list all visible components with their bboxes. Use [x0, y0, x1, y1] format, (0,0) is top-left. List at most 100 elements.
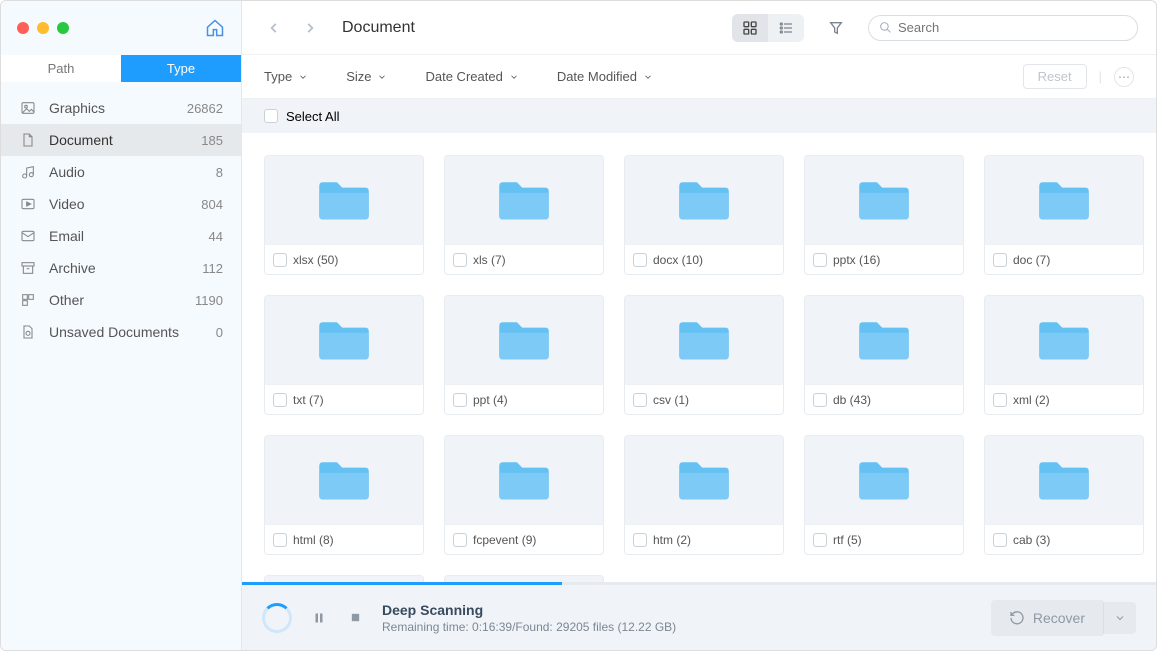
- folder-card[interactable]: doc (7): [984, 155, 1144, 275]
- folder-footer: db (43): [805, 384, 963, 414]
- folder-card[interactable]: cab (3): [984, 435, 1144, 555]
- grid-viewport[interactable]: xlsx (50) xls (7) docx (10) pptx (16) doc (7…: [242, 133, 1156, 582]
- filter-created-label: Date Created: [425, 69, 502, 84]
- restore-icon: [1009, 610, 1025, 626]
- recover-button[interactable]: Recover: [991, 600, 1103, 636]
- page-title: Document: [342, 19, 415, 37]
- folder-icon: [675, 317, 733, 363]
- status-detail: Remaining time: 0:16:39/Found: 29205 fil…: [382, 620, 676, 634]
- sidebar-item-label: Other: [49, 292, 84, 308]
- folder-checkbox[interactable]: [993, 533, 1007, 547]
- folder-icon: [495, 457, 553, 503]
- tab-path[interactable]: Path: [1, 55, 121, 82]
- reset-button[interactable]: Reset: [1023, 64, 1087, 89]
- folder-icon: [315, 457, 373, 503]
- filter-icon[interactable]: [822, 14, 850, 42]
- folder-card[interactable]: pptx (16): [804, 155, 964, 275]
- tab-type[interactable]: Type: [121, 55, 241, 82]
- folder-card[interactable]: db (43): [804, 295, 964, 415]
- sidebar-item-count: 8: [216, 165, 223, 180]
- folder-checkbox[interactable]: [453, 253, 467, 267]
- folder-checkbox[interactable]: [453, 533, 467, 547]
- folder-checkbox[interactable]: [453, 393, 467, 407]
- filter-size-label: Size: [346, 69, 371, 84]
- folder-card[interactable]: fcpevent (9): [444, 435, 604, 555]
- folder-footer: cab (3): [985, 524, 1143, 554]
- list-view-button[interactable]: [768, 14, 804, 42]
- folder-icon: [675, 457, 733, 503]
- folder-card[interactable]: ppt (4): [444, 295, 604, 415]
- select-all-checkbox[interactable]: [264, 109, 278, 123]
- folder-icon: [495, 317, 553, 363]
- folder-card[interactable]: htm (2): [624, 435, 784, 555]
- sidebar-item-graphics[interactable]: Graphics 26862: [1, 92, 241, 124]
- folder-card[interactable]: xls (7): [444, 155, 604, 275]
- sidebar-item-video[interactable]: Video804: [1, 188, 241, 220]
- sidebar-item-count: 804: [201, 197, 223, 212]
- video-icon: [19, 196, 37, 212]
- unsaved-icon: [19, 324, 37, 340]
- folder-checkbox[interactable]: [273, 253, 287, 267]
- folder-label: xml (2): [1013, 393, 1050, 407]
- folder-card[interactable]: csv (1): [624, 295, 784, 415]
- progress-bar: [242, 582, 1156, 585]
- folder-checkbox[interactable]: [273, 393, 287, 407]
- folder-checkbox[interactable]: [633, 533, 647, 547]
- folder-icon: [495, 177, 553, 223]
- sidebar-item-label: Unsaved Documents: [49, 324, 179, 340]
- sidebar-item-document[interactable]: Document185: [1, 124, 241, 156]
- folder-card[interactable]: xml (2): [984, 295, 1144, 415]
- pause-scan-button[interactable]: [310, 609, 328, 627]
- home-icon[interactable]: [205, 18, 225, 38]
- folder-card[interactable]: [264, 575, 424, 582]
- folder-card[interactable]: [444, 575, 604, 582]
- nav-back-button[interactable]: [260, 14, 288, 42]
- filter-size-dropdown[interactable]: Size: [346, 69, 387, 84]
- folder-thumbnail: [265, 296, 423, 384]
- folder-checkbox[interactable]: [813, 533, 827, 547]
- folder-icon: [855, 457, 913, 503]
- sidebar-item-other[interactable]: Other1190: [1, 284, 241, 316]
- sidebar-item-audio[interactable]: Audio 8: [1, 156, 241, 188]
- folder-checkbox[interactable]: [993, 253, 1007, 267]
- folder-checkbox[interactable]: [813, 253, 827, 267]
- folder-label: xls (7): [473, 253, 506, 267]
- folder-card[interactable]: txt (7): [264, 295, 424, 415]
- folder-card[interactable]: docx (10): [624, 155, 784, 275]
- sidebar-item-email[interactable]: Email44: [1, 220, 241, 252]
- grid-view-button[interactable]: [732, 14, 768, 42]
- sidebar-item-count: 26862: [187, 101, 223, 116]
- folder-checkbox[interactable]: [633, 253, 647, 267]
- sidebar-item-unsaved-documents[interactable]: Unsaved Documents0: [1, 316, 241, 348]
- folder-label: doc (7): [1013, 253, 1050, 267]
- search-box[interactable]: [868, 15, 1138, 41]
- folder-thumbnail: [805, 296, 963, 384]
- close-window-button[interactable]: [17, 22, 29, 34]
- nav-forward-button[interactable]: [296, 14, 324, 42]
- sidebar-item-label: Audio: [49, 164, 85, 180]
- folder-card[interactable]: rtf (5): [804, 435, 964, 555]
- more-options-button[interactable]: ⋯: [1114, 67, 1134, 87]
- folder-checkbox[interactable]: [273, 533, 287, 547]
- folder-thumbnail: [445, 156, 603, 244]
- filter-date-created-dropdown[interactable]: Date Created: [425, 69, 518, 84]
- recover-dropdown-button[interactable]: [1103, 602, 1136, 634]
- search-input[interactable]: [898, 20, 1127, 35]
- sidebar-item-archive[interactable]: Archive112: [1, 252, 241, 284]
- folder-icon: [1035, 317, 1093, 363]
- folder-label: ppt (4): [473, 393, 508, 407]
- folder-checkbox[interactable]: [993, 393, 1007, 407]
- folder-card[interactable]: html (8): [264, 435, 424, 555]
- folder-card[interactable]: xlsx (50): [264, 155, 424, 275]
- folder-footer: docx (10): [625, 244, 783, 274]
- folder-checkbox[interactable]: [813, 393, 827, 407]
- minimize-window-button[interactable]: [37, 22, 49, 34]
- filter-type-dropdown[interactable]: Type: [264, 69, 308, 84]
- stop-scan-button[interactable]: [346, 609, 364, 627]
- filter-date-modified-dropdown[interactable]: Date Modified: [557, 69, 653, 84]
- music-icon: [19, 164, 37, 180]
- folder-checkbox[interactable]: [633, 393, 647, 407]
- folder-label: html (8): [293, 533, 334, 547]
- sidebar-item-label: Graphics: [49, 100, 105, 116]
- maximize-window-button[interactable]: [57, 22, 69, 34]
